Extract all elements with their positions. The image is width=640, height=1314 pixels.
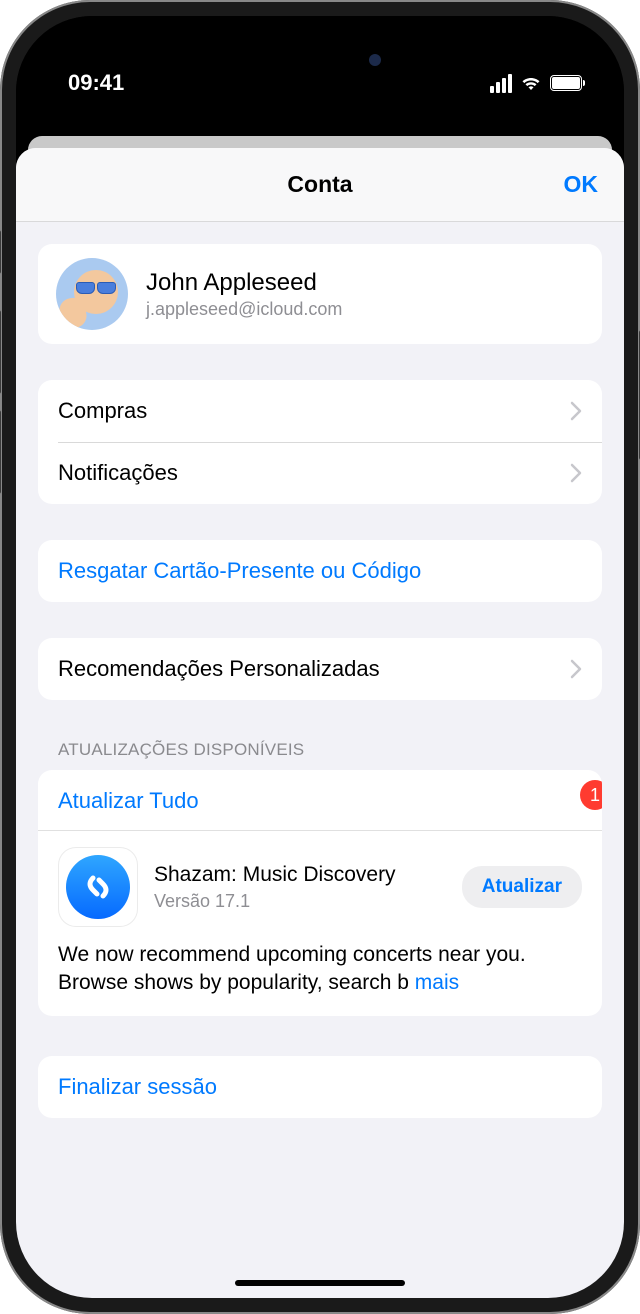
shazam-app-icon — [58, 847, 138, 927]
phone-frame: 09:41 Conta — [0, 0, 640, 1314]
profile-row[interactable]: John Appleseed j.appleseed@icloud.com — [38, 244, 602, 344]
screen: 09:41 Conta — [16, 16, 624, 1298]
volume-down-button — [0, 410, 1, 494]
home-indicator[interactable] — [235, 1280, 405, 1286]
purchases-label: Compras — [58, 398, 147, 424]
ok-button[interactable]: OK — [564, 171, 599, 198]
app-name: Shazam: Music Discovery — [154, 862, 446, 888]
volume-up-button — [0, 310, 1, 394]
redeem-button[interactable]: Resgatar Cartão-Presente ou Código — [38, 540, 602, 602]
signout-card: Finalizar sessão — [38, 1056, 602, 1118]
redeem-card: Resgatar Cartão-Presente ou Código — [38, 540, 602, 602]
updates-section-header: ATUALIZAÇÕES DISPONÍVEIS — [38, 740, 602, 770]
update-count-badge: 1 — [580, 780, 602, 810]
profile-info: John Appleseed j.appleseed@icloud.com — [146, 269, 342, 320]
purchases-row[interactable]: Compras — [38, 380, 602, 442]
personalized-label: Recomendações Personalizadas — [58, 656, 380, 682]
status-icons — [490, 74, 582, 93]
mute-switch — [0, 230, 1, 274]
personalized-row[interactable]: Recomendações Personalizadas — [38, 638, 602, 700]
updates-card: 1 Atualizar Tudo — [38, 770, 602, 1016]
update-button[interactable]: Atualizar — [462, 866, 582, 908]
settings-list: Compras Notificações — [38, 380, 602, 504]
avatar — [56, 258, 128, 330]
status-time: 09:41 — [68, 70, 124, 96]
notifications-row[interactable]: Notificações — [38, 442, 602, 504]
update-all-button[interactable]: Atualizar Tudo — [38, 770, 602, 831]
profile-email: j.appleseed@icloud.com — [146, 299, 342, 320]
profile-name: John Appleseed — [146, 269, 342, 297]
account-sheet: Conta OK John Appleseed j.appleseed@iclo… — [16, 148, 624, 1298]
chevron-right-icon — [570, 401, 582, 421]
update-all-label: Atualizar Tudo — [58, 788, 199, 814]
app-meta: Shazam: Music Discovery Versão 17.1 — [154, 862, 446, 911]
dynamic-island — [245, 40, 395, 80]
release-notes: We now recommend upcoming concerts near … — [58, 941, 582, 998]
chevron-right-icon — [570, 659, 582, 679]
app-update-row[interactable]: Shazam: Music Discovery Versão 17.1 Atua… — [38, 831, 602, 1016]
front-camera — [369, 54, 381, 66]
sheet-content[interactable]: John Appleseed j.appleseed@icloud.com Co… — [16, 222, 624, 1298]
cellular-signal-icon — [490, 74, 512, 93]
app-version: Versão 17.1 — [154, 891, 446, 912]
wifi-icon — [520, 75, 542, 91]
personalized-card: Recomendações Personalizadas — [38, 638, 602, 700]
more-link[interactable]: mais — [409, 971, 459, 994]
chevron-right-icon — [570, 463, 582, 483]
signout-button[interactable]: Finalizar sessão — [38, 1056, 602, 1118]
battery-icon — [550, 75, 582, 91]
sheet-title: Conta — [287, 171, 352, 198]
sheet-header: Conta OK — [16, 148, 624, 222]
notifications-label: Notificações — [58, 460, 178, 486]
